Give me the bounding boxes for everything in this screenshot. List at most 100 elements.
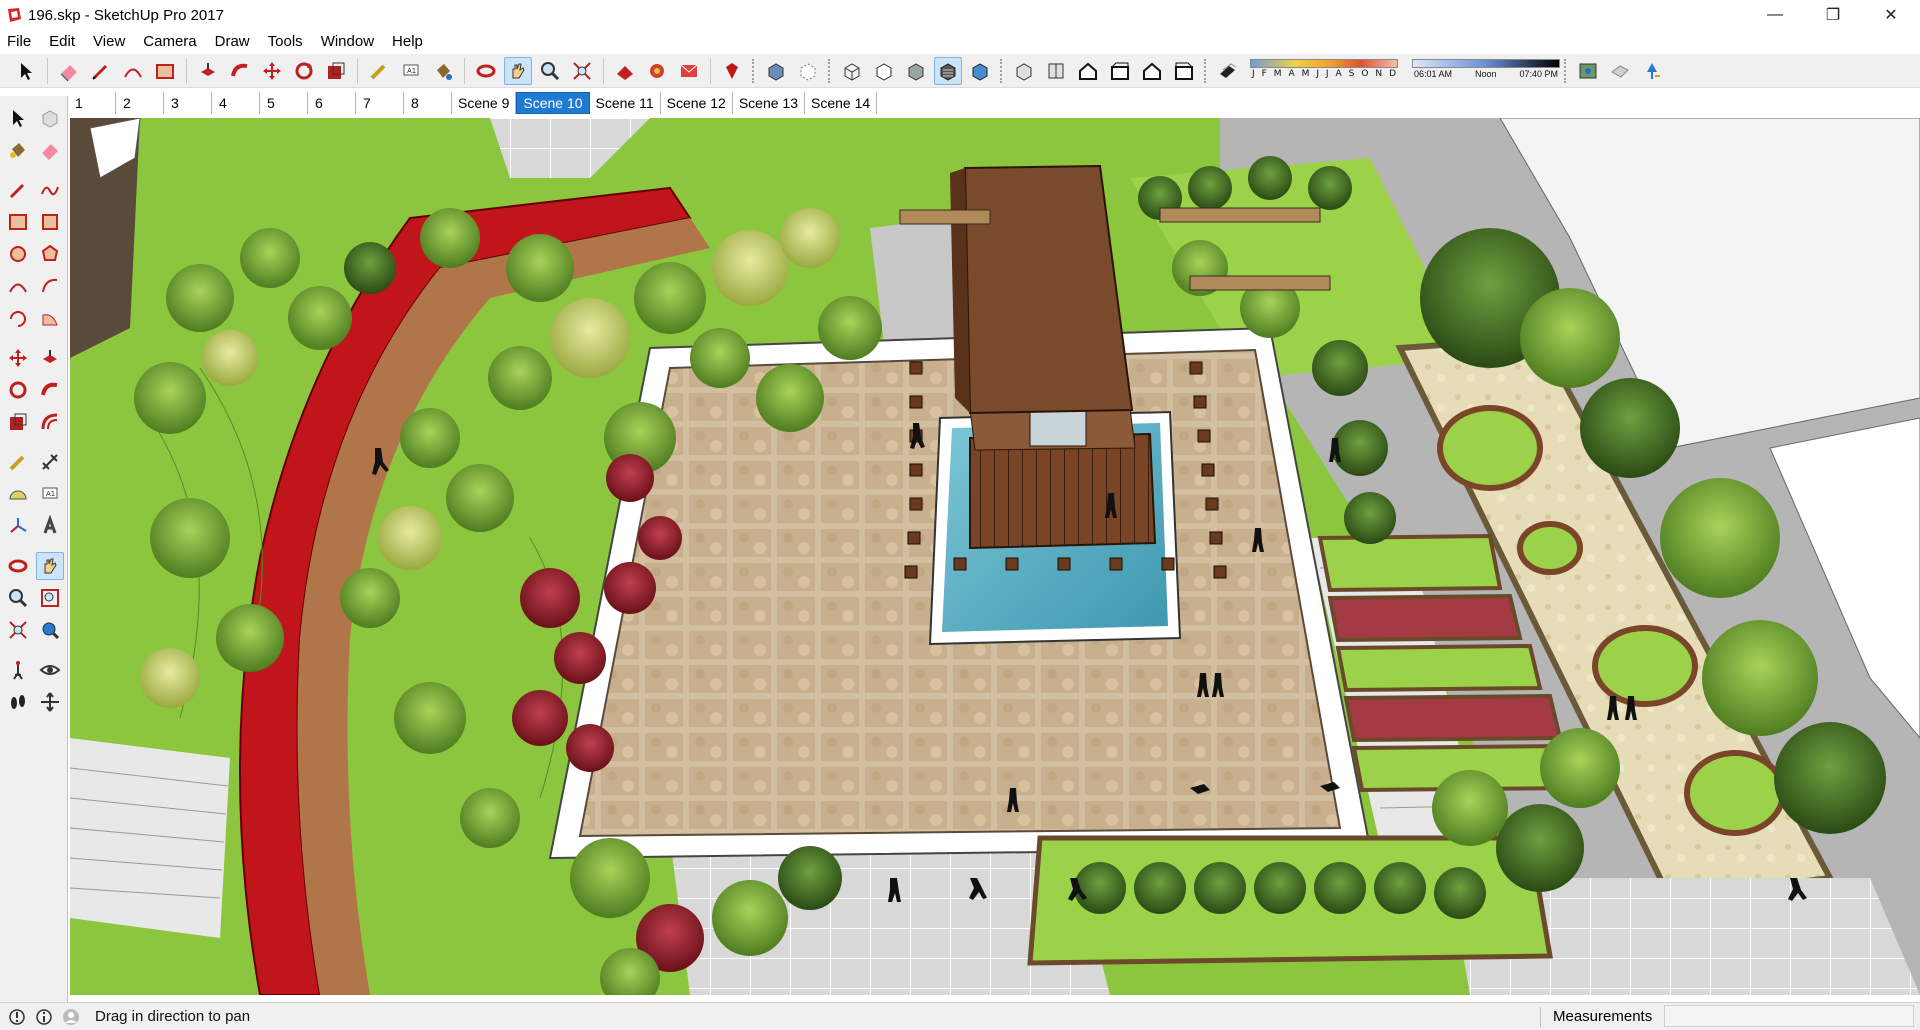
zoom-window-tool-button[interactable] <box>36 584 64 612</box>
pan-tool-button[interactable] <box>504 56 532 85</box>
xray-button[interactable] <box>762 57 790 85</box>
measurements-input[interactable] <box>1664 1005 1914 1027</box>
back-view-button[interactable] <box>1138 57 1166 85</box>
menu-tools[interactable]: Tools <box>259 33 312 50</box>
scene-tab[interactable]: 2 <box>116 92 164 114</box>
select-tool-button[interactable] <box>12 57 40 85</box>
zoom-extents-tool-button[interactable] <box>568 57 596 85</box>
zoom-extents-tool-button[interactable] <box>4 616 32 644</box>
orbit-tool-button[interactable] <box>4 552 32 580</box>
freehand-tool-button[interactable] <box>36 176 64 204</box>
polygon-tool-button[interactable] <box>36 240 64 268</box>
right-view-button[interactable] <box>1106 57 1134 85</box>
select-tool-button[interactable] <box>4 104 32 132</box>
move-tool-button[interactable] <box>258 57 286 85</box>
rectangle-tool-button[interactable] <box>4 208 32 236</box>
three-point-arc-tool-button[interactable] <box>4 304 32 332</box>
follow-me-tool-button[interactable] <box>36 376 64 404</box>
text-tool-button[interactable]: A1 <box>36 480 64 508</box>
north-arrow-button[interactable] <box>1638 57 1666 85</box>
left-view-button[interactable] <box>1170 57 1198 85</box>
offset-tool-button[interactable] <box>36 408 64 436</box>
iso-view-button[interactable] <box>1010 57 1038 85</box>
close-button[interactable]: ✕ <box>1862 0 1920 30</box>
pie-tool-button[interactable] <box>36 304 64 332</box>
shadow-time-slider[interactable]: 06:01 AM Noon 07:40 PM <box>1412 58 1560 83</box>
extension-warehouse-button[interactable] <box>643 57 671 85</box>
back-edges-button[interactable] <box>794 57 822 85</box>
credits-status[interactable] <box>34 1007 54 1027</box>
tape-measure-tool-button[interactable] <box>365 57 393 85</box>
position-camera-tool-button[interactable] <box>4 656 32 684</box>
scene-tab[interactable]: Scene 13 <box>732 92 806 114</box>
scene-tab[interactable]: 3 <box>164 92 212 114</box>
circle-tool-button[interactable] <box>4 240 32 268</box>
scene-tab[interactable]: 1 <box>68 92 116 114</box>
rotated-rectangle-tool-button[interactable] <box>36 208 64 236</box>
scene-tab[interactable]: Scene 12 <box>660 92 733 114</box>
landscape-model-render[interactable] <box>70 118 1920 995</box>
model-viewport[interactable] <box>70 118 1920 995</box>
share-model-button[interactable] <box>675 57 703 85</box>
follow-me-tool-button[interactable] <box>226 57 254 85</box>
axes-tool-button[interactable] <box>4 512 32 540</box>
pan-tool-button[interactable] <box>35 552 64 580</box>
scene-tab-active[interactable]: Scene 10 <box>516 92 590 114</box>
scene-tab[interactable]: Scene 14 <box>805 92 878 114</box>
orbit-tool-button[interactable] <box>472 57 500 85</box>
eraser-tool-button[interactable] <box>55 57 83 85</box>
minimize-button[interactable]: — <box>1746 0 1804 30</box>
push-pull-tool-button[interactable] <box>36 344 64 372</box>
rotate-tool-button[interactable] <box>4 376 32 404</box>
scene-tab[interactable]: 5 <box>260 92 308 114</box>
look-around-tool-button[interactable] <box>36 656 64 684</box>
menu-view[interactable]: View <box>84 33 134 50</box>
walk-tool-button[interactable] <box>4 688 32 716</box>
previous-view-button[interactable] <box>36 616 64 644</box>
ruby-console-button[interactable] <box>718 57 746 85</box>
make-component-button[interactable] <box>36 104 64 132</box>
section-plane-tool-button[interactable] <box>36 688 64 716</box>
rotate-tool-button[interactable] <box>290 57 318 85</box>
dimension-tool-button[interactable] <box>36 448 64 476</box>
front-view-button[interactable] <box>1074 57 1102 85</box>
shaded-with-textures-button[interactable] <box>934 56 962 85</box>
arc-tool-button[interactable] <box>119 57 147 85</box>
menu-edit[interactable]: Edit <box>40 33 84 50</box>
rectangle-tool-button[interactable] <box>151 57 179 85</box>
scene-tab[interactable]: Scene 9 <box>452 92 517 114</box>
geo-location-status[interactable] <box>7 1007 27 1027</box>
3d-warehouse-button[interactable] <box>611 57 639 85</box>
tape-measure-tool-button[interactable] <box>4 448 32 476</box>
user-status[interactable] <box>61 1007 81 1027</box>
text-tool-button[interactable]: A1 <box>397 57 425 85</box>
shadow-date-bar[interactable] <box>1250 58 1398 68</box>
scale-tool-button[interactable] <box>322 57 350 85</box>
shadows-toggle-button[interactable] <box>1214 57 1242 85</box>
scene-tab[interactable]: Scene 11 <box>589 92 661 114</box>
hidden-line-button[interactable] <box>870 57 898 85</box>
move-tool-button[interactable] <box>4 344 32 372</box>
scale-tool-button[interactable] <box>4 408 32 436</box>
zoom-tool-button[interactable] <box>4 584 32 612</box>
scene-tab[interactable]: 7 <box>356 92 404 114</box>
shaded-button[interactable] <box>902 57 930 85</box>
sandbox-button[interactable] <box>1606 57 1634 85</box>
pencil-tool-button[interactable] <box>87 57 115 85</box>
menu-draw[interactable]: Draw <box>206 33 259 50</box>
zoom-tool-button[interactable] <box>536 57 564 85</box>
scene-tab[interactable]: 8 <box>404 92 452 114</box>
push-pull-tool-button[interactable] <box>194 57 222 85</box>
menu-window[interactable]: Window <box>312 33 383 50</box>
maximize-button[interactable]: ❐ <box>1804 0 1862 30</box>
scene-tab[interactable]: 6 <box>308 92 356 114</box>
menu-file[interactable]: File <box>0 33 40 50</box>
line-tool-button[interactable] <box>4 176 32 204</box>
protractor-tool-button[interactable] <box>4 480 32 508</box>
geo-location-button[interactable] <box>1574 57 1602 85</box>
menu-help[interactable]: Help <box>383 33 432 50</box>
shadow-time-bar[interactable] <box>1412 58 1560 68</box>
menu-camera[interactable]: Camera <box>134 33 205 50</box>
eraser-tool-button[interactable] <box>36 136 64 164</box>
scene-tab[interactable]: 4 <box>212 92 260 114</box>
